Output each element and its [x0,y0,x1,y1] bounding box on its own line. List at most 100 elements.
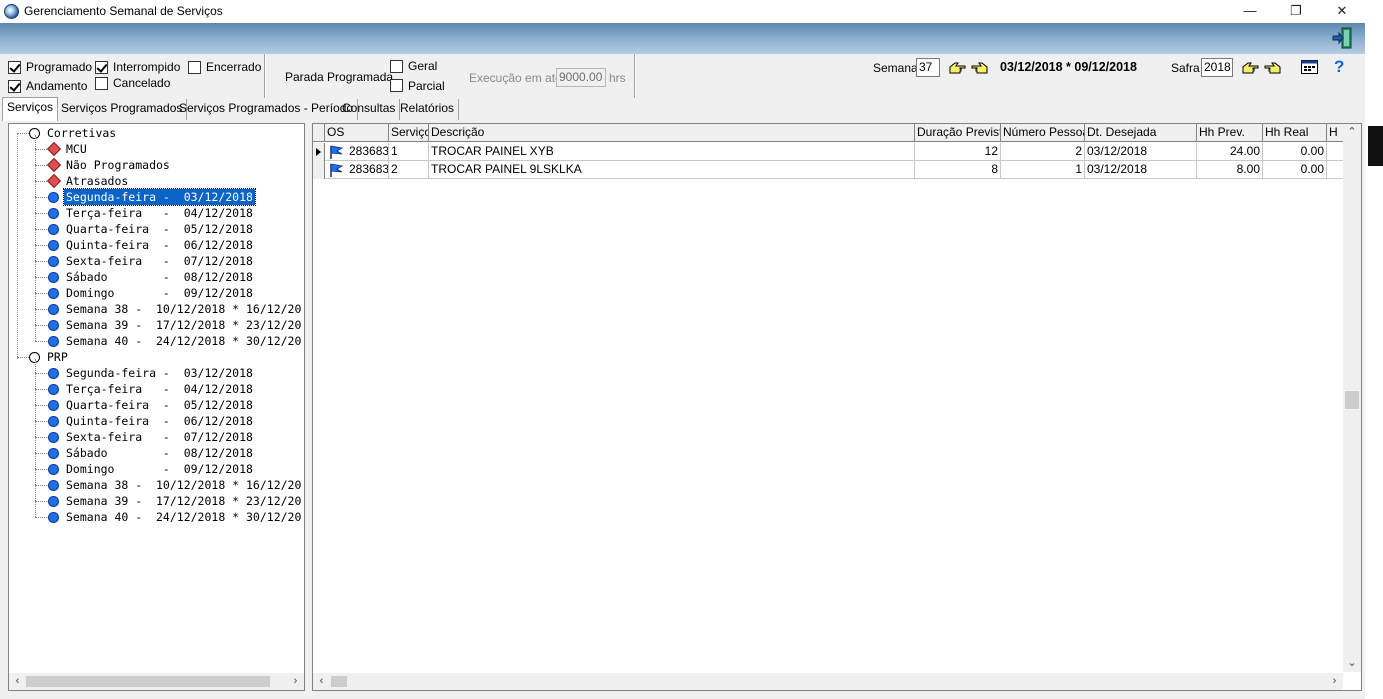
table-row[interactable]: 283683 1 TROCAR PAINEL XYB 12 2 03/12/2018 24.… [313,143,1355,161]
close-button[interactable]: ✕ [1319,0,1365,23]
geral-label: Geral [408,59,438,73]
column-header[interactable]: Número Pessoas [1001,124,1085,142]
scroll-down-icon[interactable]: ⌄ [1343,655,1361,672]
tree-item-label: Segunda-feira - 03/12/2018 [63,188,256,206]
tree-item[interactable]: Sexta-feira - 07/12/2018 [9,253,304,269]
encerrado-checkbox[interactable] [188,61,201,74]
table-cell: 03/12/2018 [1085,161,1197,179]
app-icon [4,4,19,19]
table-cell: 2 [389,161,429,179]
column-header[interactable]: Hh Prev. [1197,124,1263,142]
tree-item-label: Semana 40 - 24/12/2018 * 30/12/20 [66,334,302,348]
exit-door-icon[interactable] [1331,27,1353,49]
vscroll-thumb[interactable] [1345,391,1359,409]
scroll-left-icon[interactable]: ‹ [9,673,26,690]
interrompido-checkbox[interactable] [95,61,108,74]
window-title: Gerenciamento Semanal de Serviços [24,4,223,18]
tree-item[interactable]: Semana 39 - 17/12/2018 * 23/12/20 [9,493,304,509]
grid-scroll-thumb[interactable] [331,676,347,687]
red-diamond-icon [46,173,62,189]
tree-connector [35,197,47,198]
tree-item[interactable]: Terça-feira - 04/12/2018 [9,381,304,397]
tree-item[interactable]: Domingo - 09/12/2018 [9,461,304,477]
tree-item[interactable]: Quarta-feira - 05/12/2018 [9,397,304,413]
tree-item[interactable]: Atrasados [9,173,304,189]
next-safra-hand-icon[interactable] [1264,61,1282,75]
next-week-hand-icon[interactable] [971,61,989,75]
table-cell: 283683 [325,161,389,179]
tree-item-label: Não Programados [66,158,170,172]
column-header[interactable]: Descrição [429,124,915,142]
tab-servicos-programados[interactable]: Serviços Programados [57,99,188,120]
tree-item[interactable]: Quinta-feira - 06/12/2018 [9,237,304,253]
grid-vscrollbar[interactable]: ⌃ ⌄ [1343,124,1361,672]
grid-scroll-right-icon[interactable]: › [1326,673,1343,690]
table-row[interactable]: 283683 2 TROCAR PAINEL 9LSKLKA 8 1 03/12/2018… [313,161,1355,179]
tree-connector [35,181,47,182]
tree-connector [35,341,47,342]
services-tree[interactable]: Corretivas MCU Não Programados Atrasados Seg… [9,124,304,672]
andamento-checkbox[interactable] [8,80,21,93]
scroll-up-icon[interactable]: ⌃ [1343,124,1361,141]
tree-item[interactable]: Segunda-feira - 03/12/2018 [9,188,304,206]
tree-item-label: Semana 39 - 17/12/2018 * 23/12/20 [66,318,302,332]
column-header[interactable]: OS [325,124,389,142]
tree-item[interactable]: Semana 38 - 10/12/2018 * 16/12/20 [9,477,304,493]
tree-item[interactable]: Quarta-feira - 05/12/2018 [9,221,304,237]
tree-hscrollbar[interactable]: ‹ › [9,673,304,690]
tab-consultas[interactable]: Consultas [338,99,401,120]
tab-relatorios[interactable]: Relatórios [396,99,460,120]
semana-input[interactable]: 37 [916,58,940,77]
parcial-label: Parcial [408,79,445,93]
column-header[interactable]: Dt. Desejada [1085,124,1197,142]
restore-button[interactable]: ❐ [1273,0,1319,23]
execucao-input[interactable]: 9000.00 [556,68,606,87]
tree-item[interactable]: Quinta-feira - 06/12/2018 [9,413,304,429]
calendar-icon[interactable] [1301,60,1318,74]
grid-hscrollbar[interactable]: ‹ › [313,673,1343,690]
tab-servicos-programados-periodo[interactable]: Serviços Programados - Período [175,99,359,120]
tree-group-corretivas[interactable]: Corretivas [9,125,299,141]
help-icon[interactable]: ? [1334,57,1346,76]
blue-circle-icon [48,400,59,411]
tree-connector [35,229,47,230]
previous-safra-hand-icon[interactable] [1241,61,1259,75]
tree-item[interactable]: Terça-feira - 04/12/2018 [9,205,304,221]
previous-week-hand-icon[interactable] [948,61,966,75]
tree-connector [35,517,47,518]
tab-servicos[interactable]: Serviços [2,97,59,121]
blue-circle-icon [48,496,59,507]
cancelado-checkbox[interactable] [95,77,108,90]
parcial-checkbox[interactable] [390,79,403,92]
column-header[interactable]: Duração Prevista [915,124,1001,142]
tree-item[interactable]: MCU [9,141,304,157]
scroll-thumb[interactable] [26,676,270,687]
tree-item[interactable]: Não Programados [9,157,304,173]
tree-item[interactable]: Sábado - 08/12/2018 [9,445,304,461]
geral-checkbox[interactable] [390,60,403,73]
tree-connector [35,437,47,438]
tree-connector [35,405,47,406]
tree-item[interactable]: Sexta-feira - 07/12/2018 [9,429,304,445]
grid-scroll-left-icon[interactable]: ‹ [313,673,330,690]
tree-item[interactable]: Semana 40 - 24/12/2018 * 30/12/20 [9,333,304,349]
tree-connector [35,165,47,166]
tree-item[interactable]: Sábado - 08/12/2018 [9,269,304,285]
tree-connector [35,469,47,470]
scroll-right-icon[interactable]: › [287,673,304,690]
tree-item[interactable]: Semana 40 - 24/12/2018 * 30/12/20 [9,509,304,525]
table-cell: 2 [1001,143,1085,161]
safra-input[interactable]: 2018 [1201,58,1233,77]
minimize-button[interactable]: — [1227,0,1273,23]
column-header[interactable]: Hh Real [1263,124,1327,142]
tree-item[interactable]: Segunda-feira - 03/12/2018 [9,365,304,381]
tree-group-prp[interactable]: PRP [9,349,299,365]
blue-circle-icon [48,368,59,379]
tree-item[interactable]: Domingo - 09/12/2018 [9,285,304,301]
tree-item[interactable]: Semana 39 - 17/12/2018 * 23/12/20 [9,317,304,333]
column-header[interactable]: Serviço [389,124,429,142]
title-bar: Gerenciamento Semanal de Serviços — ❐ ✕ [0,0,1383,23]
programado-checkbox[interactable] [8,61,21,74]
tree-item[interactable]: Semana 38 - 10/12/2018 * 16/12/20 [9,301,304,317]
header-banner [0,23,1365,54]
